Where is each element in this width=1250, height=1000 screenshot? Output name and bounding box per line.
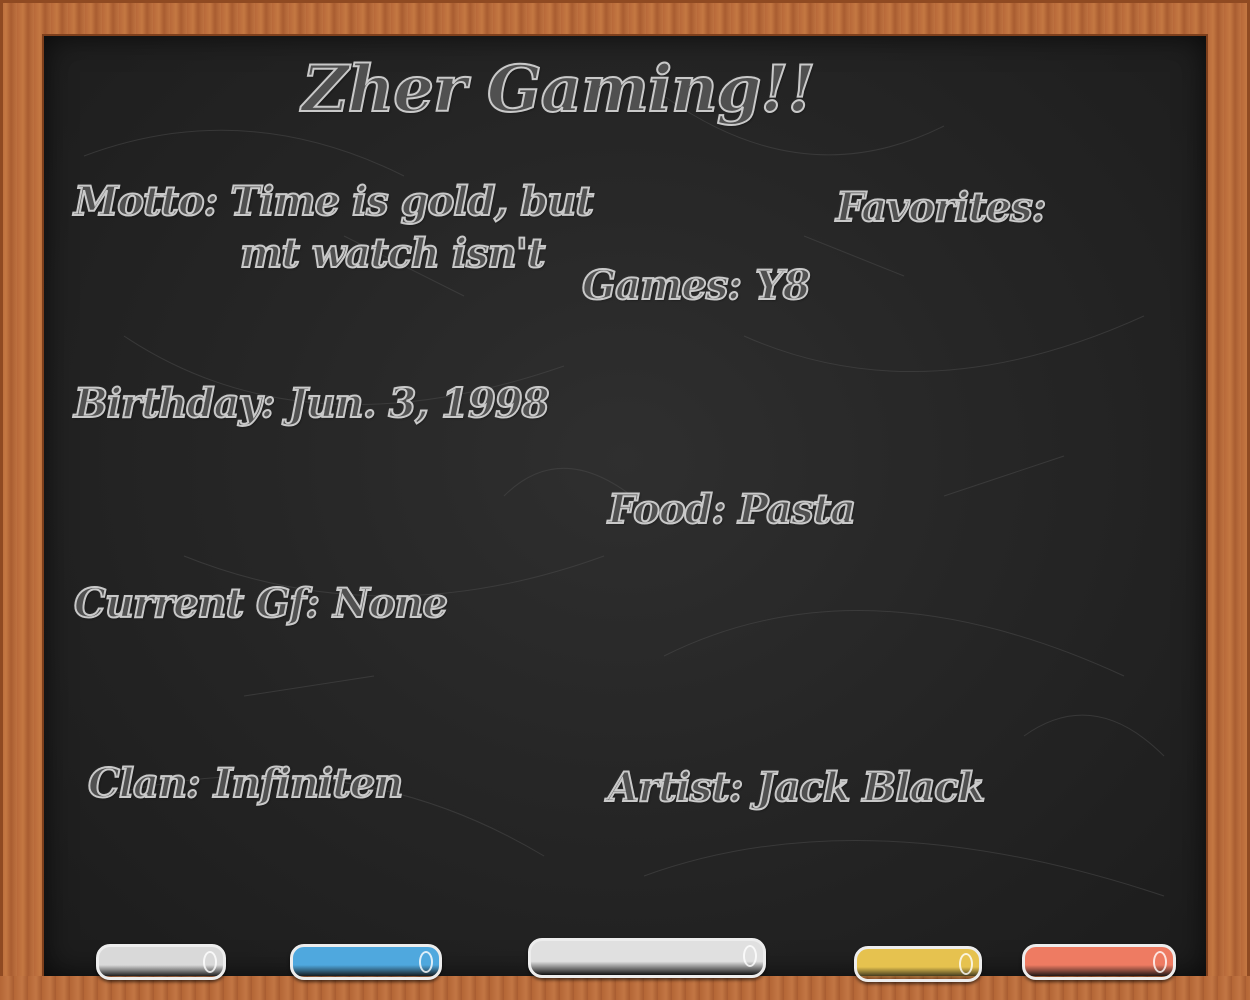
games-label: Games:	[581, 261, 743, 310]
clan-text: Clan: Infiniten	[87, 759, 404, 808]
motto-line2: mt watch isn't	[239, 229, 546, 278]
girlfriend-value: None	[332, 579, 449, 628]
girlfriend-label: Current Gf:	[73, 579, 321, 628]
motto-line1: Time is gold, but	[229, 177, 594, 226]
motto-text: Motto: Time is gold, but mt watch isn't	[73, 176, 595, 280]
food-text: Food: Pasta	[607, 485, 857, 534]
artist-label: Artist:	[607, 763, 745, 812]
games-value: Y8	[754, 261, 811, 310]
birthday-label: Birthday:	[73, 379, 277, 428]
blue-chalk[interactable]	[290, 944, 442, 980]
clan-value: Infiniten	[213, 759, 404, 808]
food-label: Food:	[607, 485, 727, 534]
girlfriend-text: Current Gf: None	[73, 579, 449, 628]
white-chalk[interactable]	[96, 944, 226, 980]
page-title: Zher Gaming!!	[301, 51, 817, 128]
artist-text: Artist: Jack Black	[607, 763, 987, 812]
food-value: Pasta	[737, 485, 857, 534]
birthday-value: Jun. 3, 1998	[288, 379, 551, 428]
artist-value: Jack Black	[756, 763, 987, 812]
chalkboard: Zher Gaming!! Motto: Time is gold, but m…	[44, 36, 1206, 976]
favorites-heading: Favorites:	[835, 183, 1048, 232]
games-text: Games: Y8	[581, 261, 812, 310]
birthday-text: Birthday: Jun. 3, 1998	[73, 379, 551, 428]
motto-label: Motto:	[73, 177, 219, 226]
red-chalk[interactable]	[1022, 944, 1176, 980]
yellow-chalk[interactable]	[854, 946, 982, 982]
clan-label: Clan:	[87, 759, 202, 808]
white-chalk-large[interactable]	[528, 938, 766, 978]
